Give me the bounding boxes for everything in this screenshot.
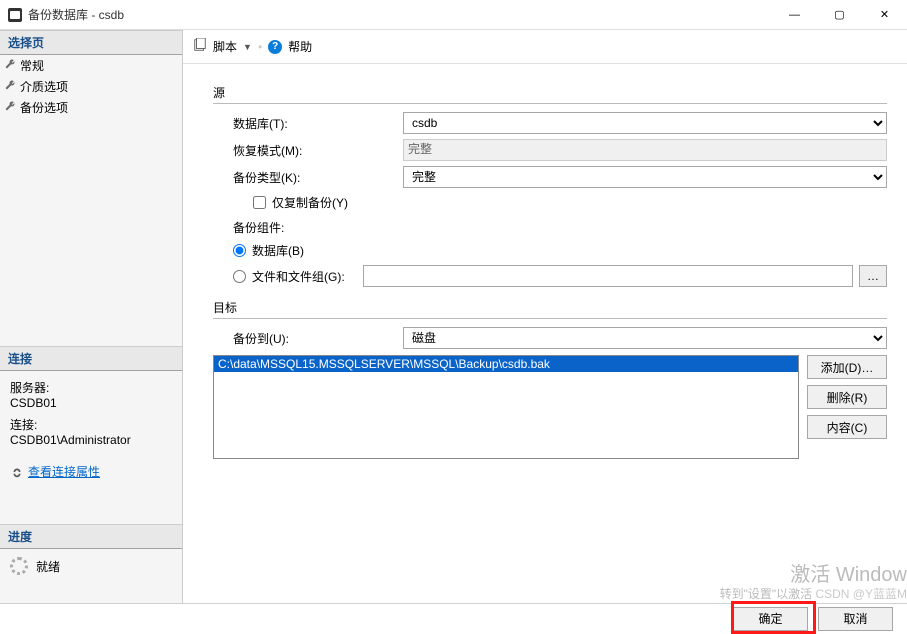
remove-button[interactable]: 删除(R) bbox=[807, 385, 887, 409]
divider bbox=[213, 103, 887, 104]
backup-type-select[interactable]: 完整 bbox=[403, 166, 887, 188]
wrench-icon bbox=[4, 100, 16, 112]
radio-database[interactable] bbox=[233, 244, 246, 257]
contents-button[interactable]: 内容(C) bbox=[807, 415, 887, 439]
bottom-bar: 确定 取消 bbox=[0, 603, 907, 633]
backup-type-label: 备份类型(K): bbox=[233, 169, 403, 186]
server-value: CSDB01 bbox=[10, 396, 172, 410]
progress-row: 就绪 bbox=[0, 549, 182, 583]
title-bar: 备份数据库 - csdb — ▢ ✕ bbox=[0, 0, 907, 30]
left-panel: 选择页 常规 介质选项 备份选项 连接 服务器: CSDB01 连接: CSDB… bbox=[0, 30, 183, 603]
radio-filegroups-label: 文件和文件组(G): bbox=[252, 268, 345, 285]
spinner-icon bbox=[10, 557, 28, 575]
nav-general[interactable]: 常规 bbox=[0, 55, 182, 76]
conn-label: 连接: bbox=[10, 416, 172, 433]
nav-general-label: 常规 bbox=[20, 59, 44, 73]
dropdown-icon[interactable]: ▼ bbox=[243, 42, 252, 52]
connection-block: 服务器: CSDB01 连接: CSDB01\Administrator bbox=[0, 371, 182, 459]
right-panel: 脚本 ▼ • ? 帮助 源 数据库(T): csdb 恢复模式(M): 完整 bbox=[183, 30, 907, 603]
app-icon bbox=[8, 8, 22, 22]
view-connection-link[interactable]: 查看连接属性 bbox=[28, 463, 100, 480]
server-label: 服务器: bbox=[10, 379, 172, 396]
divider bbox=[213, 318, 887, 319]
backup-to-label: 备份到(U): bbox=[233, 330, 403, 347]
dest-header: 目标 bbox=[213, 299, 887, 316]
recovery-label: 恢复模式(M): bbox=[233, 142, 403, 159]
source-header: 源 bbox=[213, 84, 887, 101]
help-icon: ? bbox=[268, 40, 282, 54]
script-button[interactable]: 脚本 bbox=[213, 38, 237, 55]
recovery-value: 完整 bbox=[403, 139, 887, 161]
window-title: 备份数据库 - csdb bbox=[28, 6, 772, 23]
copy-only-label: 仅复制备份(Y) bbox=[272, 194, 348, 211]
filegroup-browse-button[interactable]: … bbox=[859, 265, 887, 287]
nav-media-label: 介质选项 bbox=[20, 80, 68, 94]
wrench-icon bbox=[4, 79, 16, 91]
toolbar: 脚本 ▼ • ? 帮助 bbox=[183, 30, 907, 64]
database-select[interactable]: csdb bbox=[403, 112, 887, 134]
link-icon bbox=[10, 465, 24, 479]
close-button[interactable]: ✕ bbox=[862, 0, 907, 30]
select-page-header: 选择页 bbox=[0, 30, 182, 55]
database-label: 数据库(T): bbox=[233, 115, 403, 132]
copy-only-checkbox[interactable] bbox=[253, 196, 266, 209]
cancel-button[interactable]: 取消 bbox=[818, 607, 893, 631]
nav-backup-options[interactable]: 备份选项 bbox=[0, 97, 182, 118]
conn-value: CSDB01\Administrator bbox=[10, 433, 172, 447]
destination-list[interactable]: C:\data\MSSQL15.MSSQLSERVER\MSSQL\Backup… bbox=[213, 355, 799, 459]
destination-item[interactable]: C:\data\MSSQL15.MSSQLSERVER\MSSQL\Backup… bbox=[214, 356, 798, 372]
maximize-button[interactable]: ▢ bbox=[817, 0, 862, 30]
connection-header: 连接 bbox=[0, 346, 182, 371]
window-controls: — ▢ ✕ bbox=[772, 0, 907, 30]
minimize-button[interactable]: — bbox=[772, 0, 817, 30]
add-button[interactable]: 添加(D)… bbox=[807, 355, 887, 379]
ok-button[interactable]: 确定 bbox=[733, 607, 808, 631]
progress-status: 就绪 bbox=[36, 558, 60, 575]
help-button[interactable]: 帮助 bbox=[288, 38, 312, 55]
component-label: 备份组件: bbox=[233, 219, 887, 236]
script-icon bbox=[193, 38, 207, 55]
radio-database-label: 数据库(B) bbox=[252, 242, 304, 259]
wrench-icon bbox=[4, 58, 16, 70]
progress-header: 进度 bbox=[0, 524, 182, 549]
nav-media[interactable]: 介质选项 bbox=[0, 76, 182, 97]
filegroup-input[interactable] bbox=[363, 265, 853, 287]
nav-backup-label: 备份选项 bbox=[20, 101, 68, 115]
backup-to-select[interactable]: 磁盘 bbox=[403, 327, 887, 349]
radio-filegroups[interactable] bbox=[233, 270, 246, 283]
